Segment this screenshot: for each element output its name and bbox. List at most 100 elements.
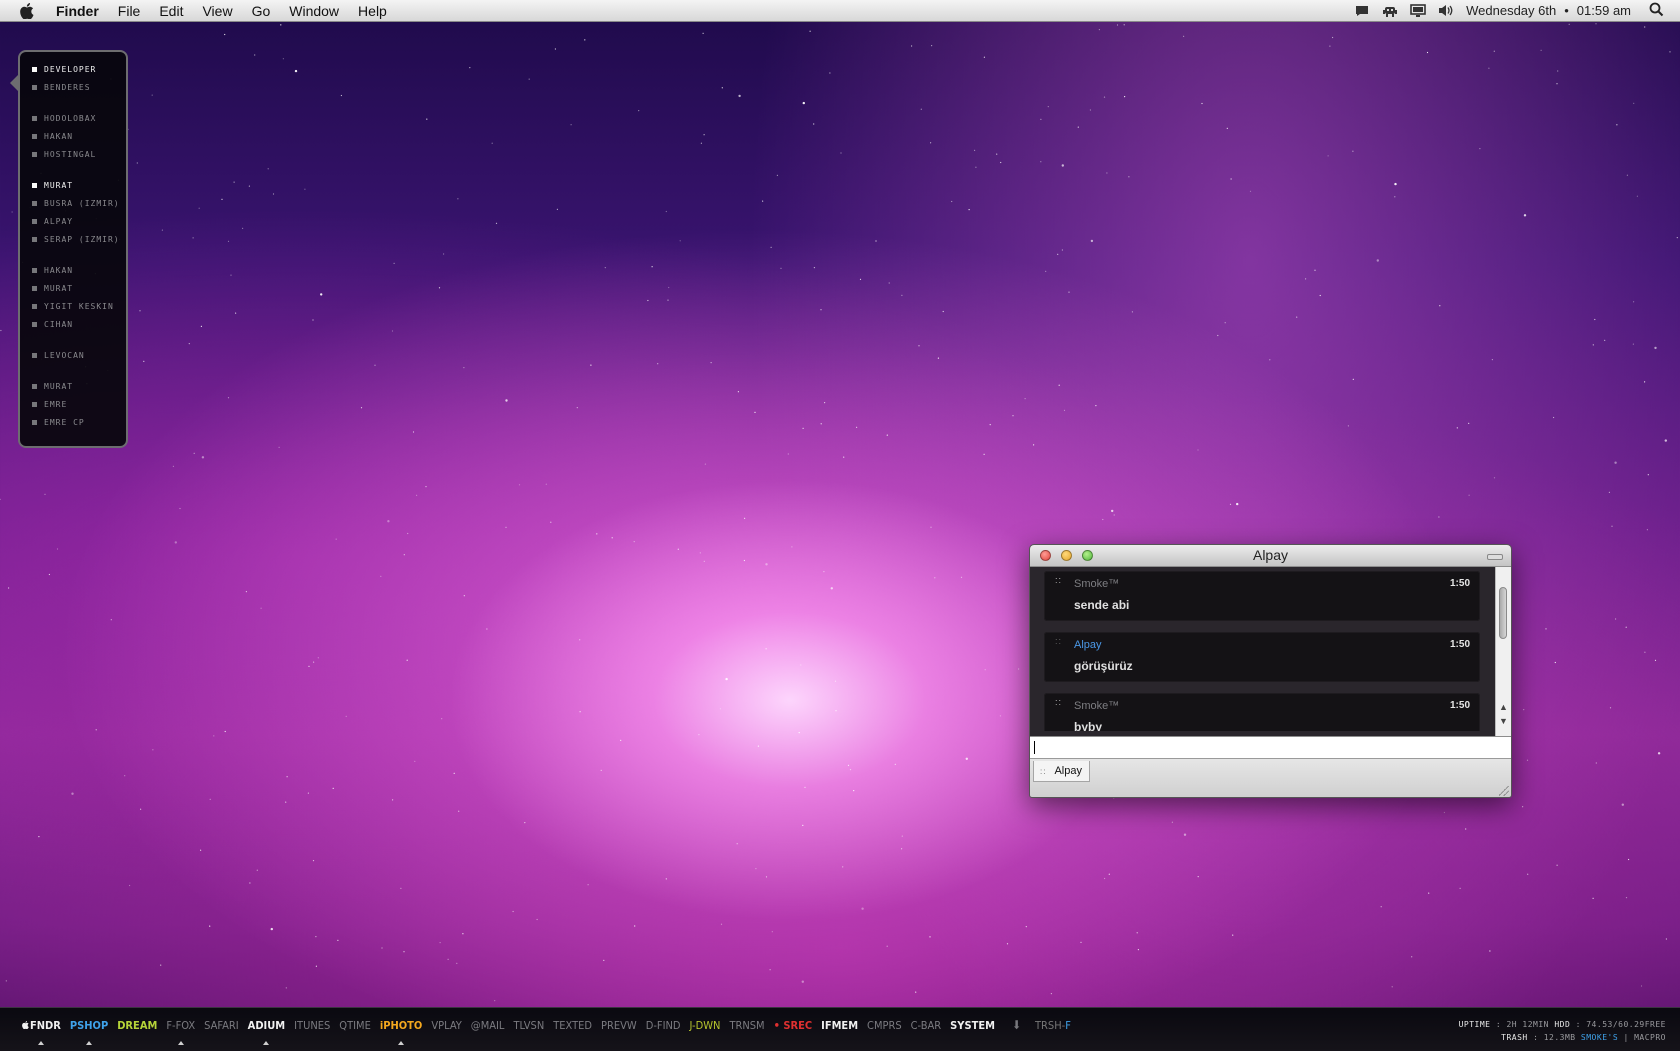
contact-item[interactable]: MURAT — [32, 176, 126, 194]
contact-name: HAKAN — [44, 131, 74, 141]
status-square-icon — [32, 218, 37, 224]
launcher-app-ifmem[interactable]: IFMEM — [821, 1019, 858, 1032]
launcher-app-srec[interactable]: • SREC — [774, 1019, 813, 1032]
launcher-app-mail[interactable]: @MAIL — [471, 1019, 505, 1032]
launcher-app-fndr[interactable]: FNDR — [22, 1019, 61, 1045]
launcher-trash[interactable]: TRSH-F — [1035, 1019, 1071, 1032]
launcher-app-prevw[interactable]: PREVW — [601, 1019, 637, 1032]
launcher-app-pshop[interactable]: PSHOP — [70, 1019, 108, 1045]
contact-item[interactable]: EMRE CP — [32, 413, 126, 431]
message-sender[interactable]: Smoke™ — [1074, 700, 1119, 712]
volume-icon[interactable] — [1438, 4, 1454, 18]
chat-window-titlebar[interactable]: Alpay — [1030, 545, 1511, 567]
launcher-app-qtime[interactable]: QTIME — [339, 1019, 371, 1032]
contact-item[interactable]: BUSRA (IZMIR) — [32, 194, 126, 212]
contact-name: HAKAN — [44, 265, 74, 275]
minimize-button[interactable] — [1061, 550, 1072, 561]
contact-item[interactable]: CIHAN — [32, 315, 126, 333]
launcher-app-itunes[interactable]: ITUNES — [294, 1019, 330, 1032]
launcher-app-label: IFMEM — [821, 1018, 859, 1032]
tab-grip-icon: :: — [1040, 766, 1047, 776]
launcher-app-system[interactable]: SYSTEM — [950, 1019, 995, 1032]
launcher-app-label: J-DWN — [689, 1018, 721, 1032]
contact-name: SERAP (IZMIR) — [44, 234, 120, 244]
menu-app-finder[interactable]: Finder — [56, 3, 99, 19]
message-scrollbar[interactable]: ▲ ▼ — [1495, 567, 1511, 736]
launcher-app-label: TRNSM — [729, 1018, 765, 1032]
contact-item[interactable]: ALPAY — [32, 212, 126, 230]
launcher-app-jdwn[interactable]: J-DWN — [690, 1019, 721, 1032]
menu-help[interactable]: Help — [358, 3, 387, 19]
launcher-app-adium[interactable]: ADIUM — [248, 1019, 285, 1045]
chat-bubble-icon[interactable] — [1354, 4, 1370, 18]
contact-item[interactable]: HODOLOBAX — [32, 109, 126, 127]
contact-item[interactable]: EMRE — [32, 395, 126, 413]
status-square-icon — [32, 303, 37, 309]
download-arrow-icon[interactable]: ⬇ — [1012, 1018, 1021, 1032]
contact-item[interactable]: SERAP (IZMIR) — [32, 230, 126, 248]
menu-edit[interactable]: Edit — [159, 3, 183, 19]
contact-item[interactable]: MURAT — [32, 279, 126, 297]
menu-view[interactable]: View — [202, 3, 232, 19]
menu-go[interactable]: Go — [252, 3, 271, 19]
launcher-app-ffox[interactable]: F-FOX — [166, 1018, 196, 1045]
apple-menu-icon[interactable] — [20, 2, 38, 19]
zoom-button[interactable] — [1082, 550, 1093, 561]
launcher-app-cbar[interactable]: C-BAR — [911, 1019, 942, 1032]
status-square-icon — [32, 84, 37, 90]
spotlight-search-icon[interactable] — [1649, 2, 1664, 20]
contact-item[interactable]: YIGIT KESKIN — [32, 297, 126, 315]
message-sender[interactable]: Smoke™ — [1074, 578, 1119, 590]
contact-item[interactable]: MURAT — [32, 377, 126, 395]
launcher-app-vplay[interactable]: VPLAY — [431, 1019, 461, 1032]
message-sender[interactable]: Alpay — [1074, 639, 1102, 651]
status-square-icon — [32, 352, 37, 358]
contact-name: EMRE — [44, 399, 68, 409]
menubar-date[interactable]: Wednesday 6th — [1466, 3, 1556, 18]
launcher-app-label: F-FOX — [166, 1018, 196, 1032]
launcher-app-cmprs[interactable]: CMPRS — [867, 1019, 902, 1032]
contact-item[interactable]: LEVOCAN — [32, 346, 126, 364]
contact-item[interactable]: HOSTINGAL — [32, 145, 126, 163]
scroll-up-arrow-icon[interactable]: ▲ — [1498, 701, 1509, 713]
contact-name: MURAT — [44, 180, 74, 190]
menubar-clock[interactable]: 01:59 am — [1577, 3, 1631, 18]
starfield — [0, 23, 1678, 1002]
alien-icon[interactable] — [1382, 4, 1398, 18]
launcher-app-dfind[interactable]: D-FIND — [646, 1019, 681, 1032]
close-button[interactable] — [1040, 550, 1051, 561]
contact-item[interactable]: HAKAN — [32, 127, 126, 145]
status-square-icon — [32, 236, 37, 242]
launcher-app-texted[interactable]: TEXTED — [553, 1019, 592, 1032]
trash-label: TRSH- — [1035, 1018, 1066, 1032]
contact-item[interactable]: HAKAN — [32, 261, 126, 279]
scrollbar-thumb[interactable] — [1499, 587, 1507, 639]
toolbar-toggle-button[interactable] — [1487, 554, 1503, 560]
launcher-app-safari[interactable]: SAFARI — [204, 1019, 239, 1032]
contact-name: EMRE CP — [44, 417, 85, 427]
message-input[interactable] — [1030, 736, 1511, 758]
contact-item[interactable]: DEVELOPER — [32, 60, 126, 78]
launcher-app-label: D-FIND — [645, 1018, 681, 1032]
contact-name: MURAT — [44, 381, 74, 391]
display-mirroring-icon[interactable] — [1410, 4, 1426, 18]
scroll-down-arrow-icon[interactable]: ▼ — [1498, 715, 1509, 727]
resize-handle-icon[interactable] — [1499, 786, 1509, 796]
launcher-app-iphoto[interactable]: iPHOTO — [380, 1019, 422, 1045]
launcher-app-label: ITUNES — [294, 1018, 331, 1032]
menu-file[interactable]: File — [118, 3, 141, 19]
menu-window[interactable]: Window — [289, 3, 339, 19]
launcher-apps: FNDR PSHOP DREAM F-FOX SAFARI ADIUM ITUNES QTIM… — [22, 1018, 1071, 1045]
launcher-app-trnsm[interactable]: TRNSM — [729, 1019, 764, 1032]
trash-suffix: F — [1065, 1018, 1071, 1032]
message-list: :: Smoke™ 1:50 sende abi :: Alpay 1:50 g… — [1044, 571, 1480, 731]
hdd-value: : 74.53/60.29FREE — [1575, 1020, 1666, 1029]
text-caret — [1034, 741, 1035, 754]
chat-tab[interactable]: :: Alpay — [1033, 761, 1090, 782]
contact-item[interactable]: BENDERES — [32, 78, 126, 96]
status-square-icon — [32, 115, 37, 121]
launcher-app-dream[interactable]: DREAM — [117, 1019, 157, 1032]
trash-size-label: TRASH — [1501, 1033, 1528, 1042]
launcher-app-tlvsn[interactable]: TLVSN — [513, 1019, 544, 1032]
launcher-bar: FNDR PSHOP DREAM F-FOX SAFARI ADIUM ITUNES QTIM… — [0, 1007, 1680, 1051]
